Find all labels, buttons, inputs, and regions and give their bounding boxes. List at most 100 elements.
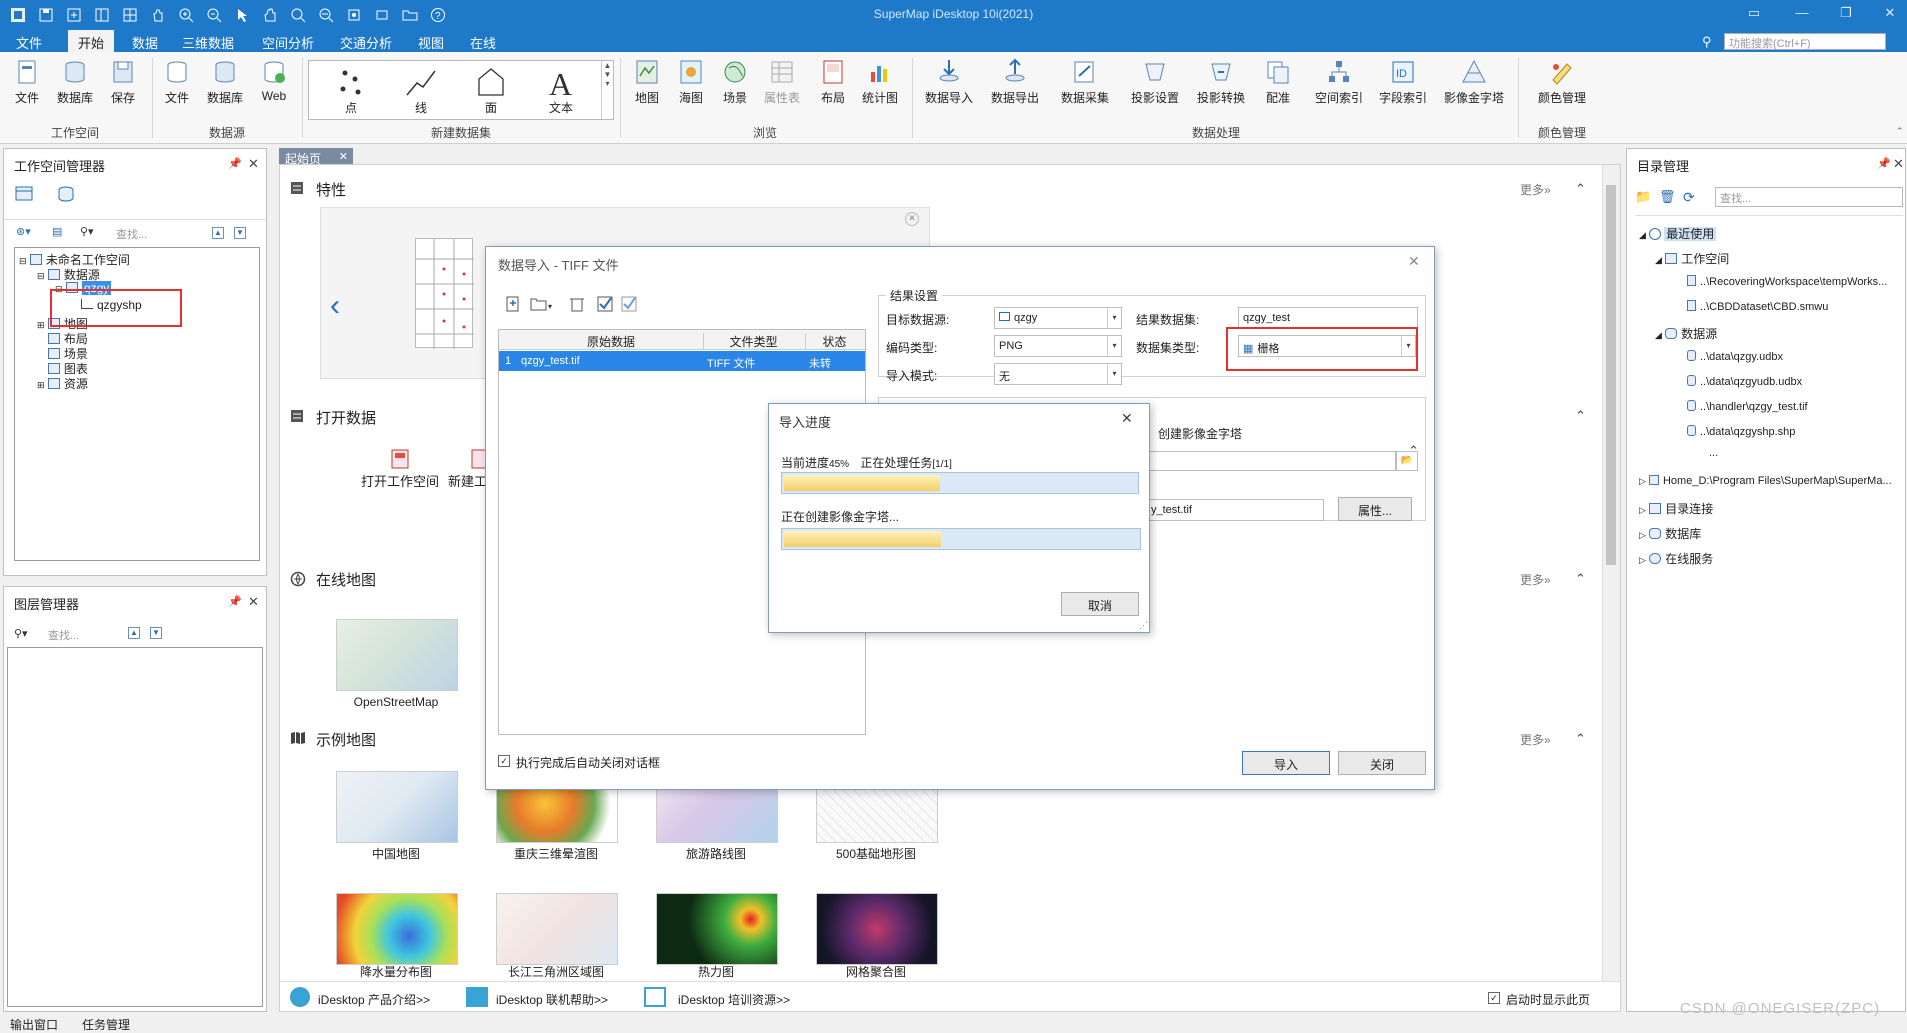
import-button[interactable]: 导入 — [1242, 751, 1330, 775]
select-all-icon[interactable] — [596, 295, 614, 313]
sample-yangtze-map[interactable] — [496, 893, 618, 965]
layout-button[interactable]: 布局 — [814, 58, 852, 106]
gallery-scroll[interactable]: ▲ ▼ ▾ — [601, 61, 613, 119]
projection-setting-button[interactable]: 投影设置 — [1126, 58, 1184, 106]
datasource-db-button[interactable]: 数据库 — [202, 58, 248, 106]
osm-thumbnail[interactable] — [336, 619, 458, 691]
close-button[interactable]: 关闭 — [1338, 751, 1426, 775]
catalog-search-input[interactable]: 查找... — [1715, 187, 1903, 207]
pyramid-path-input[interactable] — [1146, 451, 1396, 471]
workspace-icon[interactable] — [14, 185, 34, 203]
menu-start[interactable]: 开始 — [68, 30, 115, 52]
layer-tool-icon[interactable]: ⊛▾ — [16, 225, 31, 238]
close-panel-icon[interactable]: ✕ — [248, 156, 259, 172]
collapse-chevron-icon[interactable]: ⌃ — [1575, 731, 1586, 747]
save-button[interactable]: 保存 — [104, 58, 142, 106]
collapse-chevron-icon[interactable]: ⌃ — [1575, 181, 1586, 197]
new-line-button[interactable]: 线 — [401, 65, 441, 116]
source-file-field[interactable]: y_test.tif — [1146, 499, 1324, 521]
tree-databases[interactable]: ▷ 数据库 — [1639, 525, 1701, 542]
projection-convert-button[interactable]: 投影转换 — [1192, 58, 1250, 106]
open-workspace-item[interactable]: 打开工作空间 — [346, 447, 454, 490]
auto-close-checkbox[interactable]: ✓ — [498, 755, 510, 767]
browse-folder-icon[interactable]: 📂 — [1396, 451, 1418, 471]
workspace-search-input[interactable]: 查找... — [112, 224, 208, 242]
close-tab-icon[interactable]: ✕ — [339, 150, 348, 163]
properties-button[interactable]: 属性... — [1338, 497, 1412, 521]
tree-online-services[interactable]: ▷ 在线服务 — [1639, 550, 1713, 567]
tree-recent[interactable]: ◢ 最近使用 — [1639, 225, 1717, 242]
add-file-icon[interactable] — [504, 295, 522, 313]
menu-online[interactable]: 在线 — [470, 33, 496, 52]
recent-ds-1[interactable]: ..\data\qzgy.udbx — [1687, 350, 1783, 363]
chart-map-button[interactable]: 海图 — [672, 58, 710, 106]
online-help-link[interactable]: iDesktop 联机帮助>> — [496, 991, 608, 1008]
col-filetype[interactable]: 文件类型 — [703, 333, 803, 350]
pin-icon[interactable]: 📌 — [1877, 157, 1891, 170]
sample-heat-map[interactable] — [656, 893, 778, 965]
find-icon[interactable]: ⚲▾ — [14, 627, 28, 640]
menu-file[interactable]: 文件 — [16, 33, 42, 52]
menu-data[interactable]: 数据 — [132, 33, 158, 52]
layer-search-input[interactable]: 查找... — [44, 625, 124, 643]
field-index-button[interactable]: ID 字段索引 — [1374, 58, 1432, 106]
restore-layout-icon[interactable]: ▭ — [1744, 5, 1764, 23]
col-status[interactable]: 状态 — [805, 333, 863, 350]
tree-home[interactable]: ▷ Home_D:\Program Files\SuperMap\SuperMa… — [1639, 475, 1892, 487]
find-prev-icon[interactable]: ▲ — [212, 227, 224, 239]
tab-output[interactable]: 输出窗口 — [10, 1016, 58, 1033]
more-link-online[interactable]: 更多» — [1520, 571, 1551, 588]
sample-precip-map[interactable] — [336, 893, 458, 965]
datasource-web-button[interactable]: Web — [254, 58, 294, 103]
collapse-chevron-icon[interactable]: ⌃ — [1575, 571, 1586, 587]
result-dataset-input[interactable]: qzgy_test — [1238, 307, 1418, 329]
more-link-samples[interactable]: 更多» — [1520, 731, 1551, 748]
collapse-chevron-icon[interactable]: ⌃ — [1575, 408, 1586, 424]
training-link[interactable]: iDesktop 培训资源>> — [678, 991, 790, 1008]
map-button[interactable]: 地图 — [628, 58, 666, 106]
sample-china-map[interactable] — [336, 771, 458, 843]
more-link-features[interactable]: 更多» — [1520, 181, 1551, 198]
spatial-index-button[interactable]: 空间索引 — [1310, 58, 1368, 106]
show-on-start-checkbox[interactable]: ✓ — [1488, 992, 1500, 1004]
target-datasource-select[interactable]: qzgy ▾ — [994, 307, 1122, 329]
encode-type-select[interactable]: PNG ▾ — [994, 335, 1122, 357]
tree-directory-links[interactable]: ▷ 目录连接 — [1639, 500, 1713, 517]
recent-ds-4[interactable]: ..\data\qzgyshp.shp — [1687, 425, 1795, 438]
datasource-file-button[interactable]: 文件 — [158, 58, 196, 106]
close-banner-icon[interactable]: ✕ — [905, 212, 919, 226]
image-pyramid-button[interactable]: 影像金字塔 — [1438, 58, 1510, 106]
find-icon[interactable]: ⚲▾ — [80, 225, 94, 238]
new-region-button[interactable]: 面 — [471, 65, 511, 116]
menu-traffic-analysis[interactable]: 交通分析 — [340, 33, 392, 52]
maximize-button[interactable]: ❐ — [1836, 5, 1856, 23]
tree-recent-workspaces[interactable]: ◢ 工作空间 — [1655, 250, 1729, 267]
document-icon[interactable]: ▤ — [52, 225, 62, 238]
invert-select-icon[interactable] — [620, 295, 638, 313]
recent-workspace-2[interactable]: ..\CBDDataset\CBD.smwu — [1687, 300, 1828, 313]
recent-workspace-1[interactable]: ..\RecoveringWorkspace\tempWorks... — [1687, 275, 1887, 288]
tree-resources[interactable]: ⊞ 资源 — [37, 375, 88, 392]
menu-3d-data[interactable]: 三维数据 — [182, 33, 234, 52]
close-dialog-icon[interactable]: ✕ — [1121, 410, 1133, 427]
workspace-file-button[interactable]: 文件 — [8, 58, 46, 106]
recent-ds-3[interactable]: ..\handler\qzgy_test.tif — [1687, 400, 1808, 413]
close-dialog-icon[interactable]: ✕ — [1408, 253, 1420, 270]
data-export-button[interactable]: 数据导出 — [986, 58, 1044, 106]
scroll-thumb[interactable] — [1606, 185, 1616, 565]
sample-grid-map[interactable] — [816, 893, 938, 965]
tree-recent-datasources[interactable]: ◢ 数据源 — [1655, 325, 1717, 342]
close-panel-icon[interactable]: ✕ — [1893, 156, 1904, 172]
product-intro-link[interactable]: iDesktop 产品介绍>> — [318, 991, 430, 1008]
find-prev-icon[interactable]: ▲ — [128, 627, 140, 639]
scene-button[interactable]: 场景 — [716, 58, 754, 106]
close-window-button[interactable]: ✕ — [1880, 5, 1900, 23]
delete-icon[interactable]: 🗑 — [1659, 189, 1676, 205]
new-text-button[interactable]: A 文本 — [541, 65, 581, 116]
banner-prev-icon[interactable]: ‹ — [330, 289, 340, 323]
menu-spatial-analysis[interactable]: 空间分析 — [262, 33, 314, 52]
recent-ds-2[interactable]: ..\data\qzgyudb.udbx — [1687, 375, 1802, 388]
col-source[interactable]: 原始数据 — [521, 333, 701, 350]
pin-icon[interactable]: 📌 — [228, 157, 242, 170]
dataset-icon[interactable] — [56, 185, 76, 203]
